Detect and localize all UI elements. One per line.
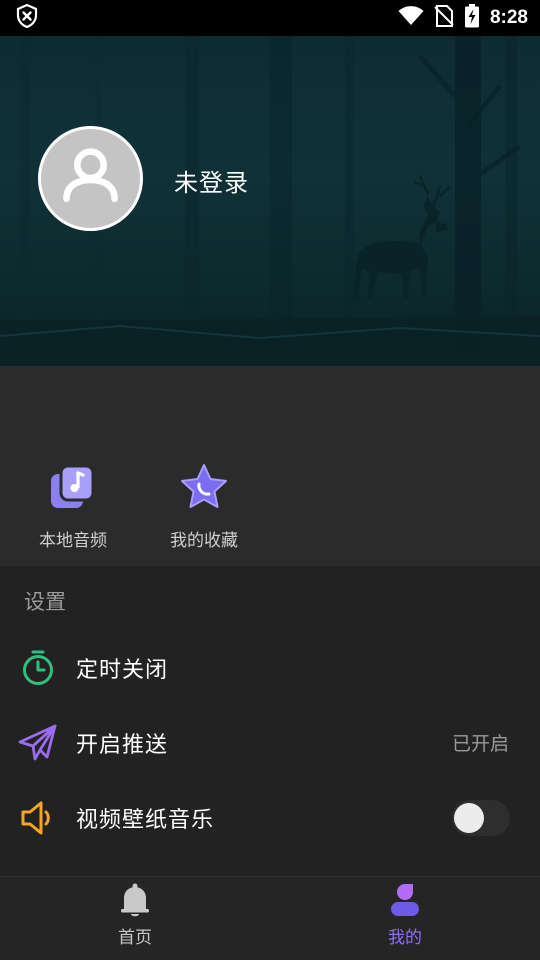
avatar[interactable] — [38, 126, 143, 231]
setting-video-music-label: 视频壁纸音乐 — [76, 807, 215, 833]
no-sim-icon — [434, 5, 454, 31]
paper-plane-icon — [18, 724, 57, 760]
local-audio-icon — [51, 464, 95, 508]
nav-mine-label: 我的 — [388, 928, 422, 948]
toggle-knob — [454, 802, 484, 833]
timer-icon — [23, 650, 53, 685]
favorites-label: 我的收藏 — [170, 531, 238, 551]
local-audio-button[interactable]: 本地音频 — [18, 462, 128, 551]
login-status-text[interactable]: 未登录 — [174, 163, 249, 198]
default-avatar-icon — [63, 148, 118, 203]
wifi-icon — [398, 6, 424, 30]
battery-charging-icon — [464, 4, 480, 32]
setting-video-music-row: 视频壁纸音乐 — [0, 780, 540, 855]
local-audio-label: 本地音频 — [39, 531, 107, 551]
nav-home-label: 首页 — [118, 928, 152, 948]
settings-title: 设置 — [24, 590, 66, 614]
status-bar: 8:28 — [0, 0, 540, 36]
video-music-toggle[interactable] — [452, 799, 510, 836]
status-right: 8:28 — [398, 4, 528, 32]
favorites-star-icon — [181, 464, 227, 508]
shield-x-icon — [16, 3, 38, 32]
settings-section: 设置 定时关闭 开启推送 已开启 视频壁纸音乐 — [0, 566, 540, 876]
quick-actions: 本地音频 我的收藏 — [0, 366, 540, 566]
setting-push-value: 已开启 — [451, 733, 509, 755]
favorites-button[interactable]: 我的收藏 — [149, 462, 259, 551]
speaker-icon — [21, 801, 50, 834]
nav-mine[interactable]: 我的 — [345, 881, 465, 948]
bell-icon — [121, 883, 149, 917]
setting-timer-row[interactable]: 定时关闭 — [0, 630, 540, 705]
status-left — [16, 3, 38, 32]
setting-push-row[interactable]: 开启推送 已开启 — [0, 705, 540, 780]
setting-push-label: 开启推送 — [76, 732, 169, 758]
nav-home[interactable]: 首页 — [75, 881, 195, 948]
status-time: 8:28 — [489, 7, 528, 28]
setting-timer-label: 定时关闭 — [76, 657, 169, 683]
profile-header: 未登录 — [0, 36, 540, 366]
profile-icon — [391, 884, 419, 916]
bottom-navigation: 首页 我的 — [0, 876, 540, 960]
